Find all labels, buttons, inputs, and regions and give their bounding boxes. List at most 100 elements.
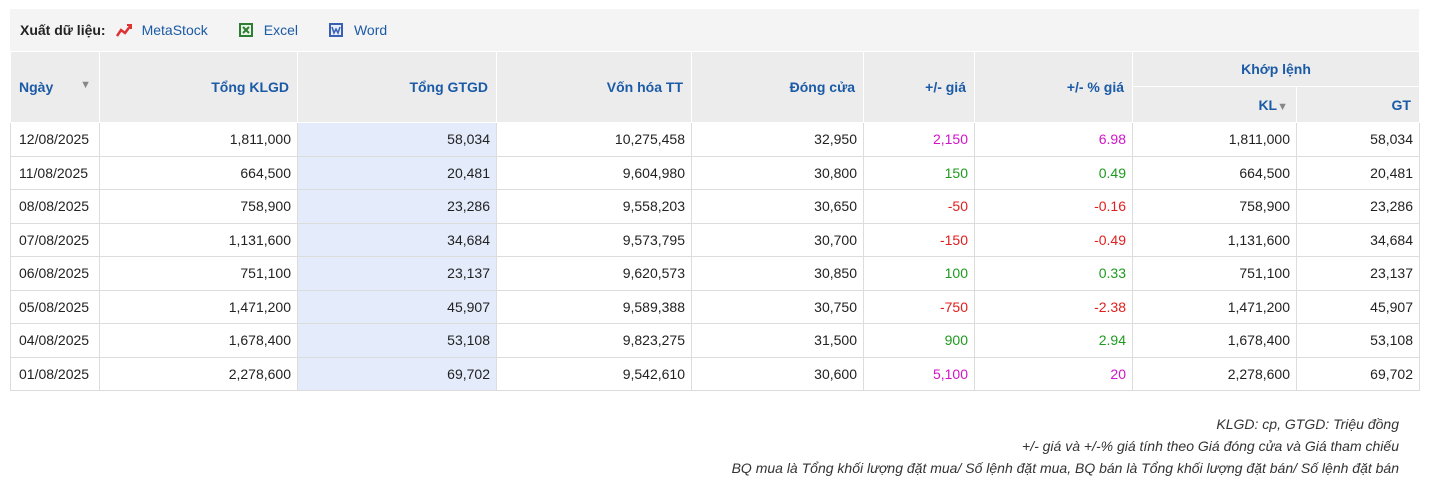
header-change-pct[interactable]: +/- % giá (974, 51, 1133, 123)
table-row: 11/08/2025 664,500 20,481 9,604,980 30,800 15… (10, 155, 1420, 190)
cell-date: 05/08/2025 (10, 289, 100, 324)
cell-change-pct: 6.98 (974, 122, 1133, 157)
cell-von-hoa: 9,589,388 (496, 289, 692, 324)
cell-tong-klgd: 664,500 (99, 155, 298, 190)
cell-tong-gtgd: 23,137 (297, 256, 497, 291)
header-date[interactable]: Ngày ▼ (10, 51, 100, 123)
cell-von-hoa: 9,573,795 (496, 222, 692, 257)
cell-change: -750 (863, 289, 975, 324)
cell-date: 12/08/2025 (10, 122, 100, 157)
cell-dong-cua: 30,800 (691, 155, 864, 190)
export-word-label: Word (353, 22, 388, 38)
footnote-bq: BQ mua là Tổng khối lượng đặt mua/ Số lệ… (731, 460, 1399, 476)
cell-von-hoa: 9,823,275 (496, 323, 692, 358)
cell-change-pct: -0.49 (974, 222, 1133, 257)
cell-kl: 2,278,600 (1132, 356, 1297, 391)
sort-down-icon[interactable]: ▼ (80, 79, 91, 91)
cell-tong-gtgd: 45,907 (297, 289, 497, 324)
table-row: 08/08/2025 758,900 23,286 9,558,203 30,650 -5… (10, 189, 1420, 224)
cell-dong-cua: 30,850 (691, 256, 864, 291)
cell-tong-gtgd: 20,481 (297, 155, 497, 190)
cell-kl: 751,100 (1132, 256, 1297, 291)
header-gt[interactable]: GT (1296, 86, 1420, 123)
cell-gt: 53,108 (1296, 323, 1420, 358)
cell-tong-klgd: 1,678,400 (99, 323, 298, 358)
header-tong-gtgd[interactable]: Tổng GTGD (297, 51, 497, 123)
cell-kl: 1,811,000 (1132, 122, 1297, 157)
cell-tong-klgd: 1,811,000 (99, 122, 298, 157)
cell-tong-gtgd: 69,702 (297, 356, 497, 391)
cell-kl: 1,678,400 (1132, 323, 1297, 358)
cell-dong-cua: 31,500 (691, 323, 864, 358)
cell-kl: 758,900 (1132, 189, 1297, 224)
cell-tong-klgd: 758,900 (99, 189, 298, 224)
cell-tong-gtgd: 53,108 (297, 323, 497, 358)
cell-change-pct: 2.94 (974, 323, 1133, 358)
cell-kl: 664,500 (1132, 155, 1297, 190)
cell-date: 01/08/2025 (10, 356, 100, 391)
cell-change: 5,100 (863, 356, 975, 391)
cell-tong-gtgd: 34,684 (297, 222, 497, 257)
cell-gt: 23,286 (1296, 189, 1420, 224)
cell-date: 04/08/2025 (10, 323, 100, 358)
header-dong-cua[interactable]: Đóng cửa (691, 51, 864, 123)
price-history-table: Ngày ▼ Tổng KLGD Tổng GTGD Vốn hóa TT Đón… (10, 51, 1420, 391)
cell-dong-cua: 30,700 (691, 222, 864, 257)
footnote-units: KLGD: cp, GTGD: Triệu đồng (1216, 416, 1399, 432)
cell-change-pct: -0.16 (974, 189, 1133, 224)
cell-dong-cua: 32,950 (691, 122, 864, 157)
table-row: 05/08/2025 1,471,200 45,907 9,589,388 30,750… (10, 289, 1420, 324)
cell-change: 2,150 (863, 122, 975, 157)
footnote-price-change: +/- giá và +/-% giá tính theo Giá đóng c… (1022, 438, 1399, 454)
cell-von-hoa: 10,275,458 (496, 122, 692, 157)
cell-dong-cua: 30,600 (691, 356, 864, 391)
cell-tong-gtgd: 23,286 (297, 189, 497, 224)
cell-change: -50 (863, 189, 975, 224)
cell-change: 900 (863, 323, 975, 358)
cell-von-hoa: 9,620,573 (496, 256, 692, 291)
cell-change-pct: 0.33 (974, 256, 1133, 291)
export-word-button[interactable]: Word (328, 22, 387, 38)
table-row: 01/08/2025 2,278,600 69,702 9,542,610 30,600… (10, 356, 1420, 391)
cell-von-hoa: 9,558,203 (496, 189, 692, 224)
cell-gt: 69,702 (1296, 356, 1420, 391)
header-kl[interactable]: KL▼ (1132, 86, 1297, 123)
cell-change: 100 (863, 256, 975, 291)
export-metastock-button[interactable]: MetaStock (115, 22, 208, 38)
header-khop-lenh: Khớp lệnh (1132, 51, 1420, 87)
cell-change-pct: 20 (974, 356, 1133, 391)
cell-gt: 34,684 (1296, 222, 1420, 257)
cell-change-pct: -2.38 (974, 289, 1133, 324)
cell-tong-gtgd: 58,034 (297, 122, 497, 157)
cell-tong-klgd: 2,278,600 (99, 356, 298, 391)
header-von-hoa[interactable]: Vốn hóa TT (496, 51, 692, 123)
header-change[interactable]: +/- giá (863, 51, 975, 123)
table-row: 07/08/2025 1,131,600 34,684 9,573,795 30,700… (10, 222, 1420, 257)
cell-date: 07/08/2025 (10, 222, 100, 257)
cell-tong-klgd: 1,131,600 (99, 222, 298, 257)
table-row: 06/08/2025 751,100 23,137 9,620,573 30,850 10… (10, 256, 1420, 291)
cell-tong-klgd: 1,471,200 (99, 289, 298, 324)
word-icon (328, 23, 343, 37)
export-excel-button[interactable]: Excel (238, 22, 298, 38)
cell-date: 11/08/2025 (10, 155, 100, 190)
cell-kl: 1,131,600 (1132, 222, 1297, 257)
header-tong-klgd[interactable]: Tổng KLGD (99, 51, 298, 123)
cell-gt: 20,481 (1296, 155, 1420, 190)
cell-change-pct: 0.49 (974, 155, 1133, 190)
cell-date: 08/08/2025 (10, 189, 100, 224)
cell-dong-cua: 30,750 (691, 289, 864, 324)
cell-dong-cua: 30,650 (691, 189, 864, 224)
cell-von-hoa: 9,604,980 (496, 155, 692, 190)
cell-change: 150 (863, 155, 975, 190)
metastock-icon (115, 24, 132, 37)
table-row: 12/08/2025 1,811,000 58,034 10,275,458 32,95… (10, 122, 1420, 157)
export-excel-label: Excel (263, 22, 298, 38)
sort-down-icon[interactable]: ▼ (1277, 101, 1288, 113)
cell-date: 06/08/2025 (10, 256, 100, 291)
cell-gt: 23,137 (1296, 256, 1420, 291)
cell-tong-klgd: 751,100 (99, 256, 298, 291)
table-row: 04/08/2025 1,678,400 53,108 9,823,275 31,500… (10, 323, 1420, 358)
excel-icon (238, 23, 253, 37)
cell-gt: 58,034 (1296, 122, 1420, 157)
